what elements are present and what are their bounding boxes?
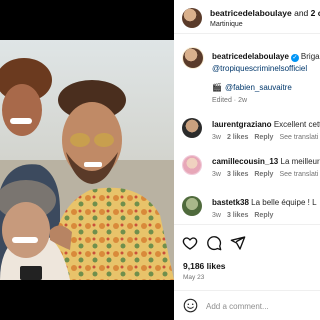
comment-text: La meilleure [280, 157, 320, 166]
verified-badge-icon: ✓ [290, 54, 299, 62]
caption-line-3: 🎬 @fabien_sauvaitre [212, 83, 292, 92]
comment-meta: 3w 3 likes Reply [212, 212, 279, 219]
comment-username[interactable]: laurentgraziano [212, 120, 272, 129]
comment-bubble-icon[interactable] [206, 235, 222, 251]
comment-reply-button[interactable]: Reply [254, 171, 273, 178]
emoji-smiley-icon[interactable] [183, 298, 198, 313]
comment-age: 3w [212, 212, 221, 219]
caption-age: 2w [238, 97, 248, 104]
comment-likes[interactable]: 2 likes [227, 134, 248, 141]
caption-line-1: beatricedelaboulaye✓Brigad [212, 52, 320, 62]
caption-text: Brigad [300, 52, 320, 61]
group-photo-image [0, 40, 174, 280]
header-separator: and [291, 8, 311, 18]
comment-reply-button[interactable]: Reply [254, 212, 273, 219]
comment-meta: 3w 2 likes Reply See translati [212, 134, 320, 141]
comment-likes[interactable]: 3 likes [227, 171, 248, 178]
comment-body: laurentgraziano Excellent cett [212, 120, 320, 129]
comment-item: camillecousin_13 La meilleure 3w 3 likes R… [174, 155, 320, 185]
commenter-avatar[interactable] [182, 118, 202, 138]
comment-likes[interactable]: 3 likes [227, 212, 248, 219]
see-translation-link[interactable]: See translati [279, 171, 318, 178]
comment-item: laurentgraziano Excellent cett 3w 2 likes… [174, 118, 320, 148]
comment-reply-button[interactable]: Reply [254, 134, 273, 141]
commenter-avatar[interactable] [182, 155, 202, 175]
caption-meta: Edited · 2w [212, 97, 248, 104]
post-header: beatricedelaboulaye and 2 ot Martinique [174, 0, 320, 34]
comment-age: 3w [212, 134, 221, 141]
film-clapper-icon: 🎬 [212, 83, 222, 92]
post-date: May 23 [183, 274, 205, 281]
post-photo[interactable] [0, 40, 174, 280]
comment-body: bastetk38 La belle équipe ! L [212, 198, 317, 207]
comment-username[interactable]: camillecousin_13 [212, 157, 278, 166]
comment-body: camillecousin_13 La meilleure [212, 157, 320, 166]
comment-meta: 3w 3 likes Reply See translati [212, 171, 320, 178]
caption-author-avatar[interactable] [182, 47, 204, 69]
post-author[interactable]: beatricedelaboulaye and 2 ot [210, 8, 320, 18]
comment-text: Excellent cett [273, 120, 320, 129]
author-avatar[interactable] [182, 8, 202, 28]
comment-item: bastetk38 La belle équipe ! L 3w 3 likes R… [174, 196, 320, 226]
see-translation-link[interactable]: See translati [279, 134, 318, 141]
caption-username[interactable]: beatricedelaboulaye [212, 52, 289, 61]
comment-text: La belle équipe ! L [251, 198, 317, 207]
caption-credit[interactable]: @fabien_sauvaitre [225, 83, 292, 92]
caption-line-2: @tropiquescriminelsofficiel [212, 64, 307, 73]
send-icon[interactable] [230, 235, 246, 251]
add-comment-bar [174, 290, 320, 320]
comment-age: 3w [212, 171, 221, 178]
post-actions [174, 224, 320, 264]
caption-edited: Edited [212, 97, 232, 104]
post-details-panel: beatricedelaboulaye and 2 ot Martinique … [174, 0, 320, 320]
heart-icon[interactable] [182, 235, 198, 251]
post-location[interactable]: Martinique [210, 21, 243, 28]
likes-count[interactable]: 9,186 likes [183, 261, 226, 271]
comment-username[interactable]: bastetk38 [212, 198, 249, 207]
collaborators-link[interactable]: 2 ot [311, 8, 320, 18]
add-comment-input[interactable] [206, 299, 316, 313]
commenter-avatar[interactable] [182, 196, 202, 216]
author-username[interactable]: beatricedelaboulaye [210, 8, 292, 18]
caption-mention[interactable]: @tropiquescriminelsofficiel [212, 64, 307, 73]
post-media [0, 0, 174, 320]
